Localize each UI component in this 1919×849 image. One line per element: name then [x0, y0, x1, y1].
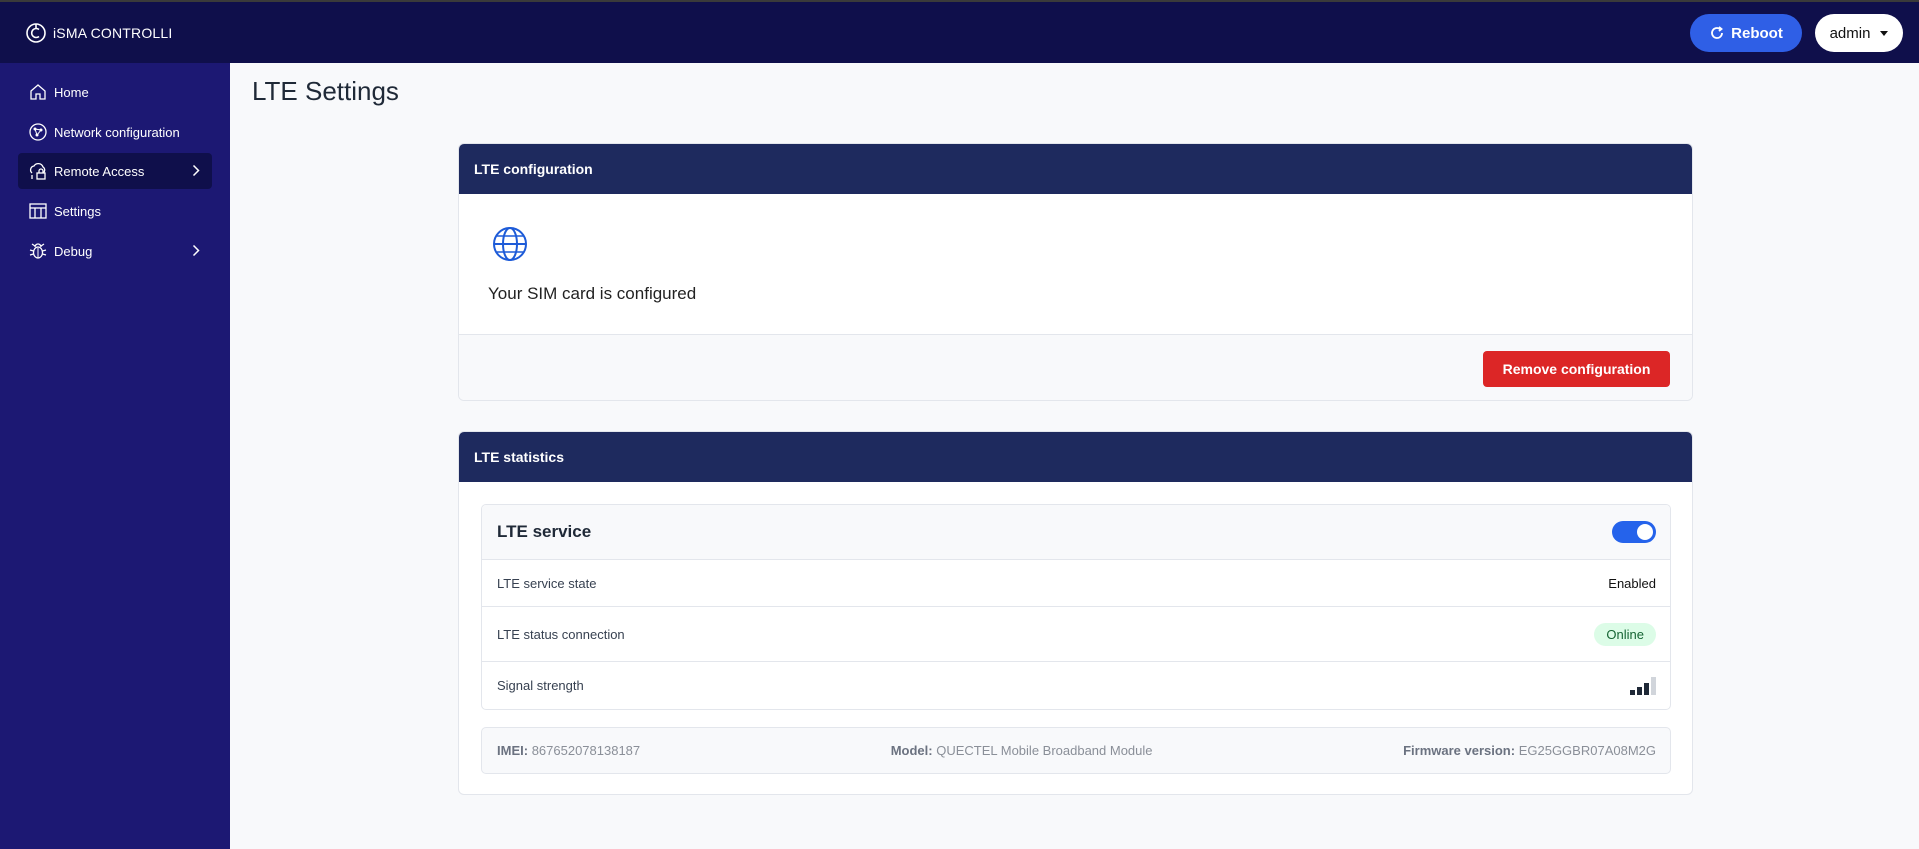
imei-info: IMEI: 867652078138187 — [497, 743, 640, 758]
stat-value: Enabled — [1608, 575, 1656, 591]
sidebar-item-settings[interactable]: Settings — [18, 193, 212, 229]
user-label: admin — [1829, 24, 1871, 42]
sidebar-item-home[interactable]: Home — [18, 74, 212, 110]
signal-bar — [1644, 682, 1649, 695]
signal-bar — [1651, 676, 1656, 695]
globe-icon — [493, 227, 527, 261]
sidebar-item-label: Home — [54, 84, 89, 100]
stat-row-service-state: LTE service state Enabled — [482, 560, 1670, 607]
sidebar: Home Network configuration Remote Access… — [0, 63, 230, 849]
imei-value: 867652078138187 — [531, 743, 641, 758]
status-badge: Online — [1594, 622, 1656, 646]
lte-configuration-card: LTE configuration Your SIM card is confi… — [458, 143, 1693, 401]
signal-strength-icon — [1630, 676, 1656, 695]
chevron-right-icon — [192, 244, 200, 257]
config-body: Your SIM card is configured — [459, 194, 1692, 334]
card-header: LTE statistics — [459, 432, 1692, 482]
page-title: LTE Settings — [252, 76, 399, 106]
signal-bar — [1630, 689, 1635, 695]
model-label: Model: — [890, 743, 933, 758]
refresh-icon — [1711, 26, 1724, 39]
stat-label: Signal strength — [497, 678, 584, 693]
stat-label: LTE status connection — [497, 626, 625, 642]
signal-bar — [1637, 686, 1642, 695]
reboot-button[interactable]: Reboot — [1690, 14, 1802, 52]
network-icon — [28, 122, 48, 142]
sidebar-item-debug[interactable]: Debug — [18, 233, 212, 269]
firmware-value: EG25GGBR07A08M2G — [1518, 743, 1656, 758]
brand-logo[interactable]: iSMA CONTROLLI — [25, 22, 173, 44]
lte-statistics-card: LTE statistics LTE service LTE service s… — [458, 431, 1693, 795]
config-footer: Remove configuration — [459, 334, 1692, 400]
modem-info-bar: IMEI: 867652078138187 Model: QUECTEL Mob… — [481, 727, 1671, 774]
sim-status-message: Your SIM card is configured — [488, 284, 697, 303]
firmware-label: Firmware version: — [1403, 743, 1516, 758]
lte-service-panel: LTE service LTE service state Enabled LT… — [481, 504, 1671, 710]
bug-icon — [28, 241, 48, 261]
sidebar-item-label: Debug — [54, 243, 93, 259]
card-header: LTE configuration — [459, 144, 1692, 194]
remove-configuration-button[interactable]: Remove configuration — [1483, 351, 1670, 387]
settings-icon — [28, 201, 48, 221]
top-bar: iSMA CONTROLLI Reboot admin — [0, 0, 1919, 63]
logo-icon — [26, 23, 46, 43]
brand-name: iSMA CONTROLLI — [53, 25, 173, 41]
toggle-knob — [1637, 524, 1653, 540]
model-value: QUECTEL Mobile Broadband Module — [936, 743, 1153, 758]
caret-down-icon — [1880, 30, 1889, 36]
chevron-right-icon — [192, 164, 200, 177]
firmware-info: Firmware version: EG25GGBR07A08M2G — [1403, 743, 1656, 758]
sidebar-item-label: Network configuration — [54, 124, 180, 140]
stat-row-signal-strength: Signal strength — [482, 662, 1670, 709]
lte-service-header: LTE service — [482, 505, 1670, 560]
model-info: Model: QUECTEL Mobile Broadband Module — [891, 743, 1153, 758]
sidebar-item-label: Remote Access — [54, 163, 145, 179]
stat-label: LTE service state — [497, 575, 597, 591]
stat-row-status-connection: LTE status connection Online — [482, 607, 1670, 662]
imei-label: IMEI: — [497, 743, 529, 758]
sidebar-item-remote-access[interactable]: Remote Access — [18, 153, 212, 189]
sidebar-item-label: Settings — [54, 203, 101, 219]
lte-service-title: LTE service — [497, 522, 592, 541]
remote-access-icon — [28, 161, 48, 181]
sidebar-item-network-configuration[interactable]: Network configuration — [18, 114, 212, 150]
user-menu-button[interactable]: admin — [1815, 14, 1903, 52]
home-icon — [28, 82, 48, 102]
reboot-label: Reboot — [1731, 24, 1783, 42]
lte-service-toggle[interactable] — [1612, 521, 1656, 543]
